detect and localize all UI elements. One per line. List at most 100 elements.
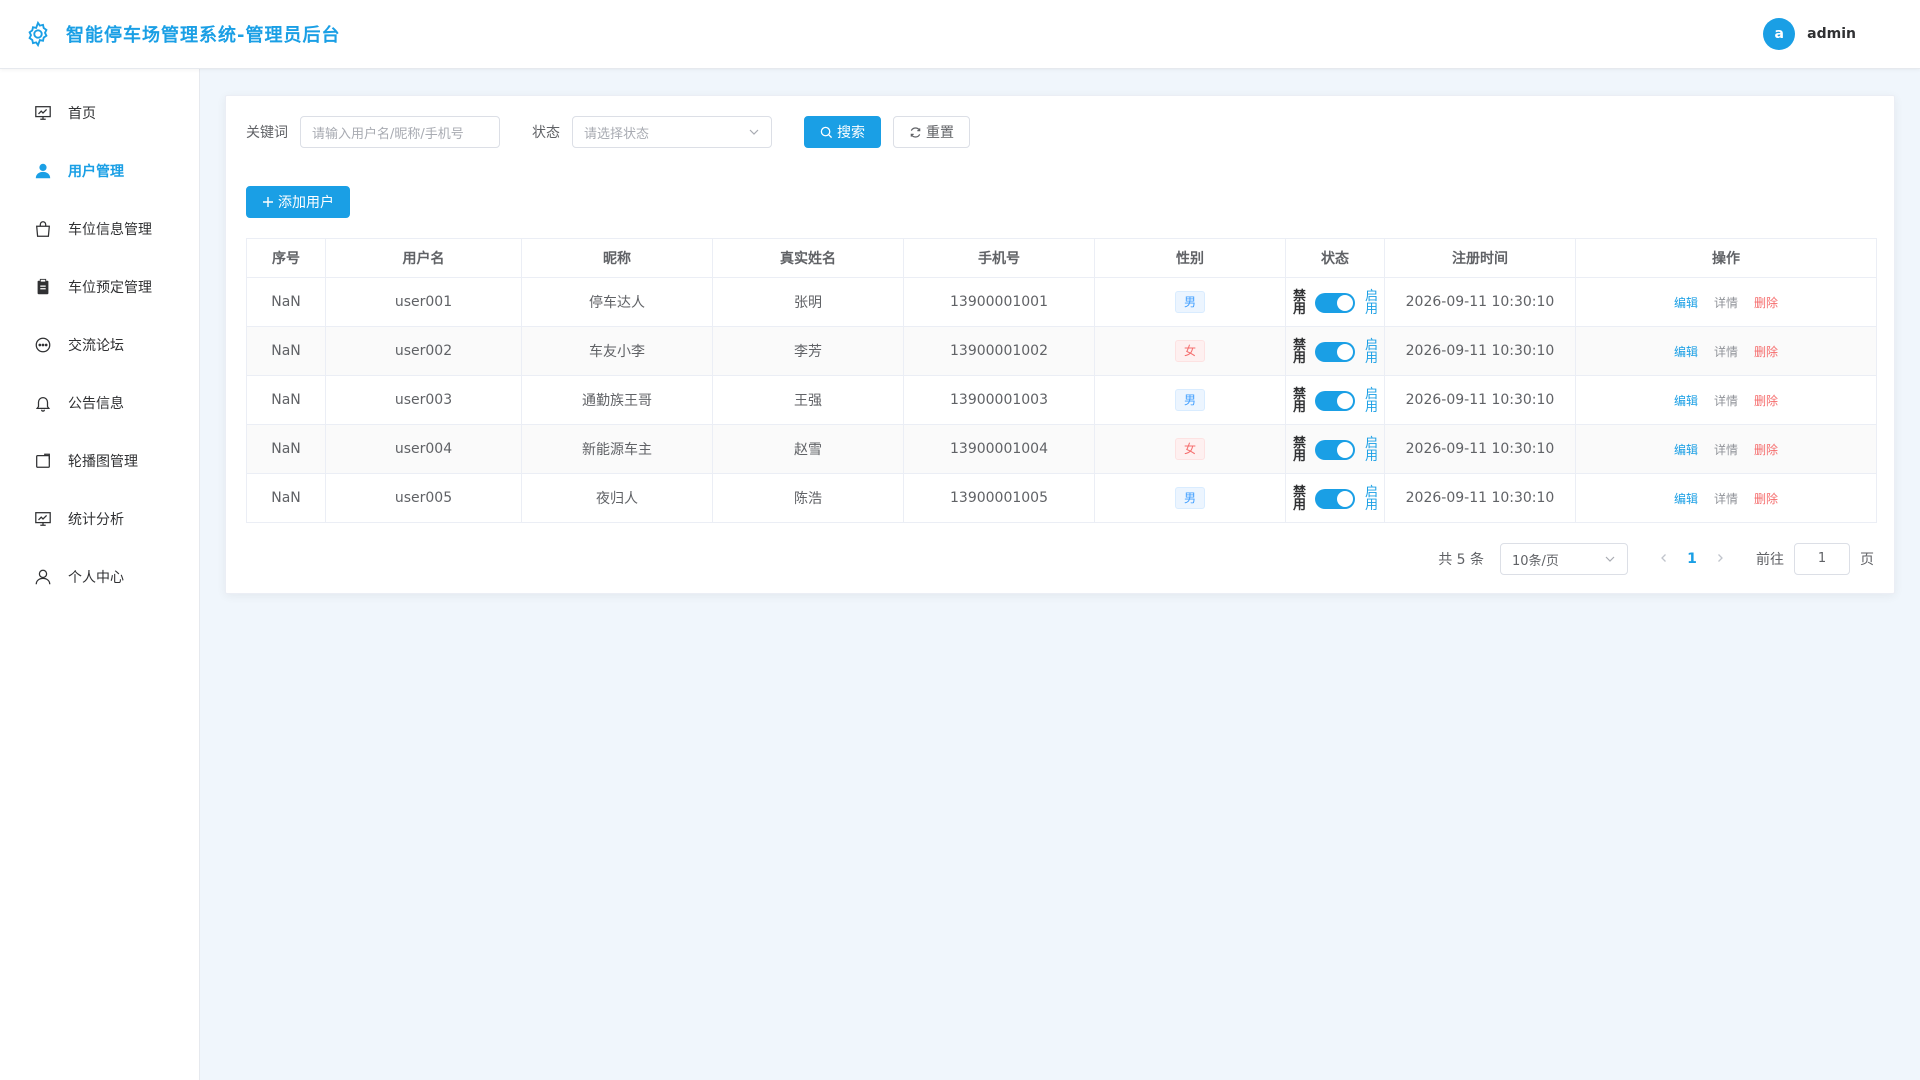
sidebar-item-label: 车位预定管理	[68, 280, 152, 296]
cell-realname: 李芳	[712, 326, 904, 376]
table-row: NaN user004 新能源车主 赵雪 13900001004 女 禁用 启用 …	[246, 424, 1877, 474]
cell-registered: 2026-09-11 10:30:10	[1384, 473, 1576, 523]
sidebar-item-label: 交流论坛	[68, 338, 124, 354]
column-header-phone: 手机号	[903, 238, 1095, 278]
filter-bar: 关键词 请输入用户名/昵称/手机号 状态 请选择状态 搜索 重置	[246, 116, 1874, 148]
status-toggle[interactable]	[1315, 440, 1355, 460]
user-management-card: 关键词 请输入用户名/昵称/手机号 状态 请选择状态 搜索 重置 添加用户 序号…	[225, 95, 1895, 594]
edit-link[interactable]: 编辑	[1674, 343, 1698, 360]
page-size-select[interactable]: 10条/页	[1500, 543, 1628, 575]
sidebar-item-notice[interactable]: 公告信息	[0, 374, 199, 432]
search-icon	[820, 126, 833, 138]
cell-realname: 陈浩	[712, 473, 904, 523]
switch-off-label: 禁用	[1293, 338, 1307, 366]
plus-icon	[263, 197, 273, 207]
chevron-right-icon	[1718, 554, 1723, 562]
cell-status: 禁用 启用	[1285, 375, 1385, 425]
switch-off-label: 禁用	[1293, 289, 1307, 317]
status-toggle[interactable]	[1315, 293, 1355, 313]
user-menu[interactable]: a admin	[1763, 18, 1896, 50]
table-row: NaN user003 通勤族王哥 王强 13900001003 男 禁用 启用 …	[246, 375, 1877, 425]
delete-link[interactable]: 删除	[1754, 343, 1778, 360]
column-header-nickname: 昵称	[521, 238, 713, 278]
detail-link[interactable]: 详情	[1714, 343, 1738, 360]
username[interactable]: admin	[1807, 26, 1856, 42]
search-button[interactable]: 搜索	[804, 116, 881, 148]
cell-index: NaN	[246, 424, 326, 474]
search-button-label: 搜索	[837, 125, 865, 141]
sidebar-item-parking-booking[interactable]: 车位预定管理	[0, 258, 199, 316]
delete-link[interactable]: 删除	[1754, 490, 1778, 507]
detail-link[interactable]: 详情	[1714, 294, 1738, 311]
status-toggle[interactable]	[1315, 342, 1355, 362]
prev-page-button[interactable]	[1652, 551, 1676, 567]
detail-link[interactable]: 详情	[1714, 490, 1738, 507]
cell-status: 禁用 启用	[1285, 277, 1385, 327]
gear-icon	[28, 20, 48, 48]
cell-phone: 13900001003	[903, 375, 1095, 425]
table-row: NaN user005 夜归人 陈浩 13900001005 男 禁用 启用 20…	[246, 473, 1877, 523]
cell-phone: 13900001004	[903, 424, 1095, 474]
delete-link[interactable]: 删除	[1754, 392, 1778, 409]
status-select[interactable]: 请选择状态	[572, 116, 772, 148]
column-header-gender: 性别	[1094, 238, 1286, 278]
cell-index: NaN	[246, 326, 326, 376]
add-user-button[interactable]: 添加用户	[246, 186, 350, 218]
status-switch-group: 禁用 启用	[1293, 436, 1379, 464]
status-toggle[interactable]	[1315, 391, 1355, 411]
cell-phone: 13900001002	[903, 326, 1095, 376]
page-size-value: 10条/页	[1512, 553, 1559, 569]
gender-tag: 男	[1175, 291, 1205, 313]
edit-link[interactable]: 编辑	[1674, 490, 1698, 507]
cell-status: 禁用 启用	[1285, 424, 1385, 474]
top-header: 智能停车场管理系统-管理员后台 a admin	[0, 0, 1920, 69]
gender-tag: 女	[1175, 438, 1205, 460]
edit-link[interactable]: 编辑	[1674, 392, 1698, 409]
sidebar-item-label: 首页	[68, 106, 96, 122]
edit-link[interactable]: 编辑	[1674, 294, 1698, 311]
app-title: 智能停车场管理系统-管理员后台	[66, 25, 341, 46]
image-icon	[36, 453, 50, 468]
goto-page-input[interactable]: 1	[1794, 543, 1850, 575]
avatar[interactable]: a	[1763, 18, 1796, 50]
column-header-username: 用户名	[325, 238, 522, 278]
sidebar-item-label: 统计分析	[68, 512, 124, 528]
cell-actions: 编辑 详情 删除	[1575, 326, 1877, 376]
keyword-input[interactable]: 请输入用户名/昵称/手机号	[300, 116, 500, 148]
sidebar-item-statistics[interactable]: 统计分析	[0, 490, 199, 548]
detail-link[interactable]: 详情	[1714, 441, 1738, 458]
column-header-actions: 操作	[1575, 238, 1877, 278]
reset-button[interactable]: 重置	[893, 116, 970, 148]
sidebar-item-label: 车位信息管理	[68, 222, 152, 238]
cell-gender: 男	[1094, 375, 1286, 425]
cell-username: user002	[325, 326, 522, 376]
keyword-label: 关键词	[246, 125, 288, 141]
sidebar-item-label: 用户管理	[68, 164, 124, 180]
cell-registered: 2026-09-11 10:30:10	[1384, 375, 1576, 425]
page-number[interactable]: 1	[1676, 551, 1708, 567]
sidebar: 首页 用户管理 车位信息管理 车位预定管理 交流论坛 公告信息 轮播图管理 统计…	[0, 69, 200, 1080]
status-toggle[interactable]	[1315, 489, 1355, 509]
gender-tag: 女	[1175, 340, 1205, 362]
delete-link[interactable]: 删除	[1754, 294, 1778, 311]
sidebar-item-forum[interactable]: 交流论坛	[0, 316, 199, 374]
switch-on-label: 启用	[1365, 289, 1379, 317]
cell-phone: 13900001001	[903, 277, 1095, 327]
chevron-left-icon	[1661, 554, 1666, 562]
switch-on-label: 启用	[1365, 436, 1379, 464]
sidebar-item-home[interactable]: 首页	[0, 84, 199, 142]
detail-link[interactable]: 详情	[1714, 392, 1738, 409]
edit-link[interactable]: 编辑	[1674, 441, 1698, 458]
delete-link[interactable]: 删除	[1754, 441, 1778, 458]
sidebar-item-profile[interactable]: 个人中心	[0, 548, 199, 606]
next-page-button[interactable]	[1708, 551, 1732, 567]
column-header-status: 状态	[1285, 238, 1385, 278]
sidebar-item-carousel[interactable]: 轮播图管理	[0, 432, 199, 490]
page-suffix: 页	[1860, 552, 1874, 568]
status-placeholder: 请选择状态	[584, 126, 650, 142]
status-switch-group: 禁用 启用	[1293, 338, 1378, 366]
cell-username: user001	[325, 277, 522, 327]
cell-gender: 男	[1094, 277, 1286, 327]
sidebar-item-users[interactable]: 用户管理	[0, 142, 199, 200]
sidebar-item-parking-info[interactable]: 车位信息管理	[0, 200, 199, 258]
